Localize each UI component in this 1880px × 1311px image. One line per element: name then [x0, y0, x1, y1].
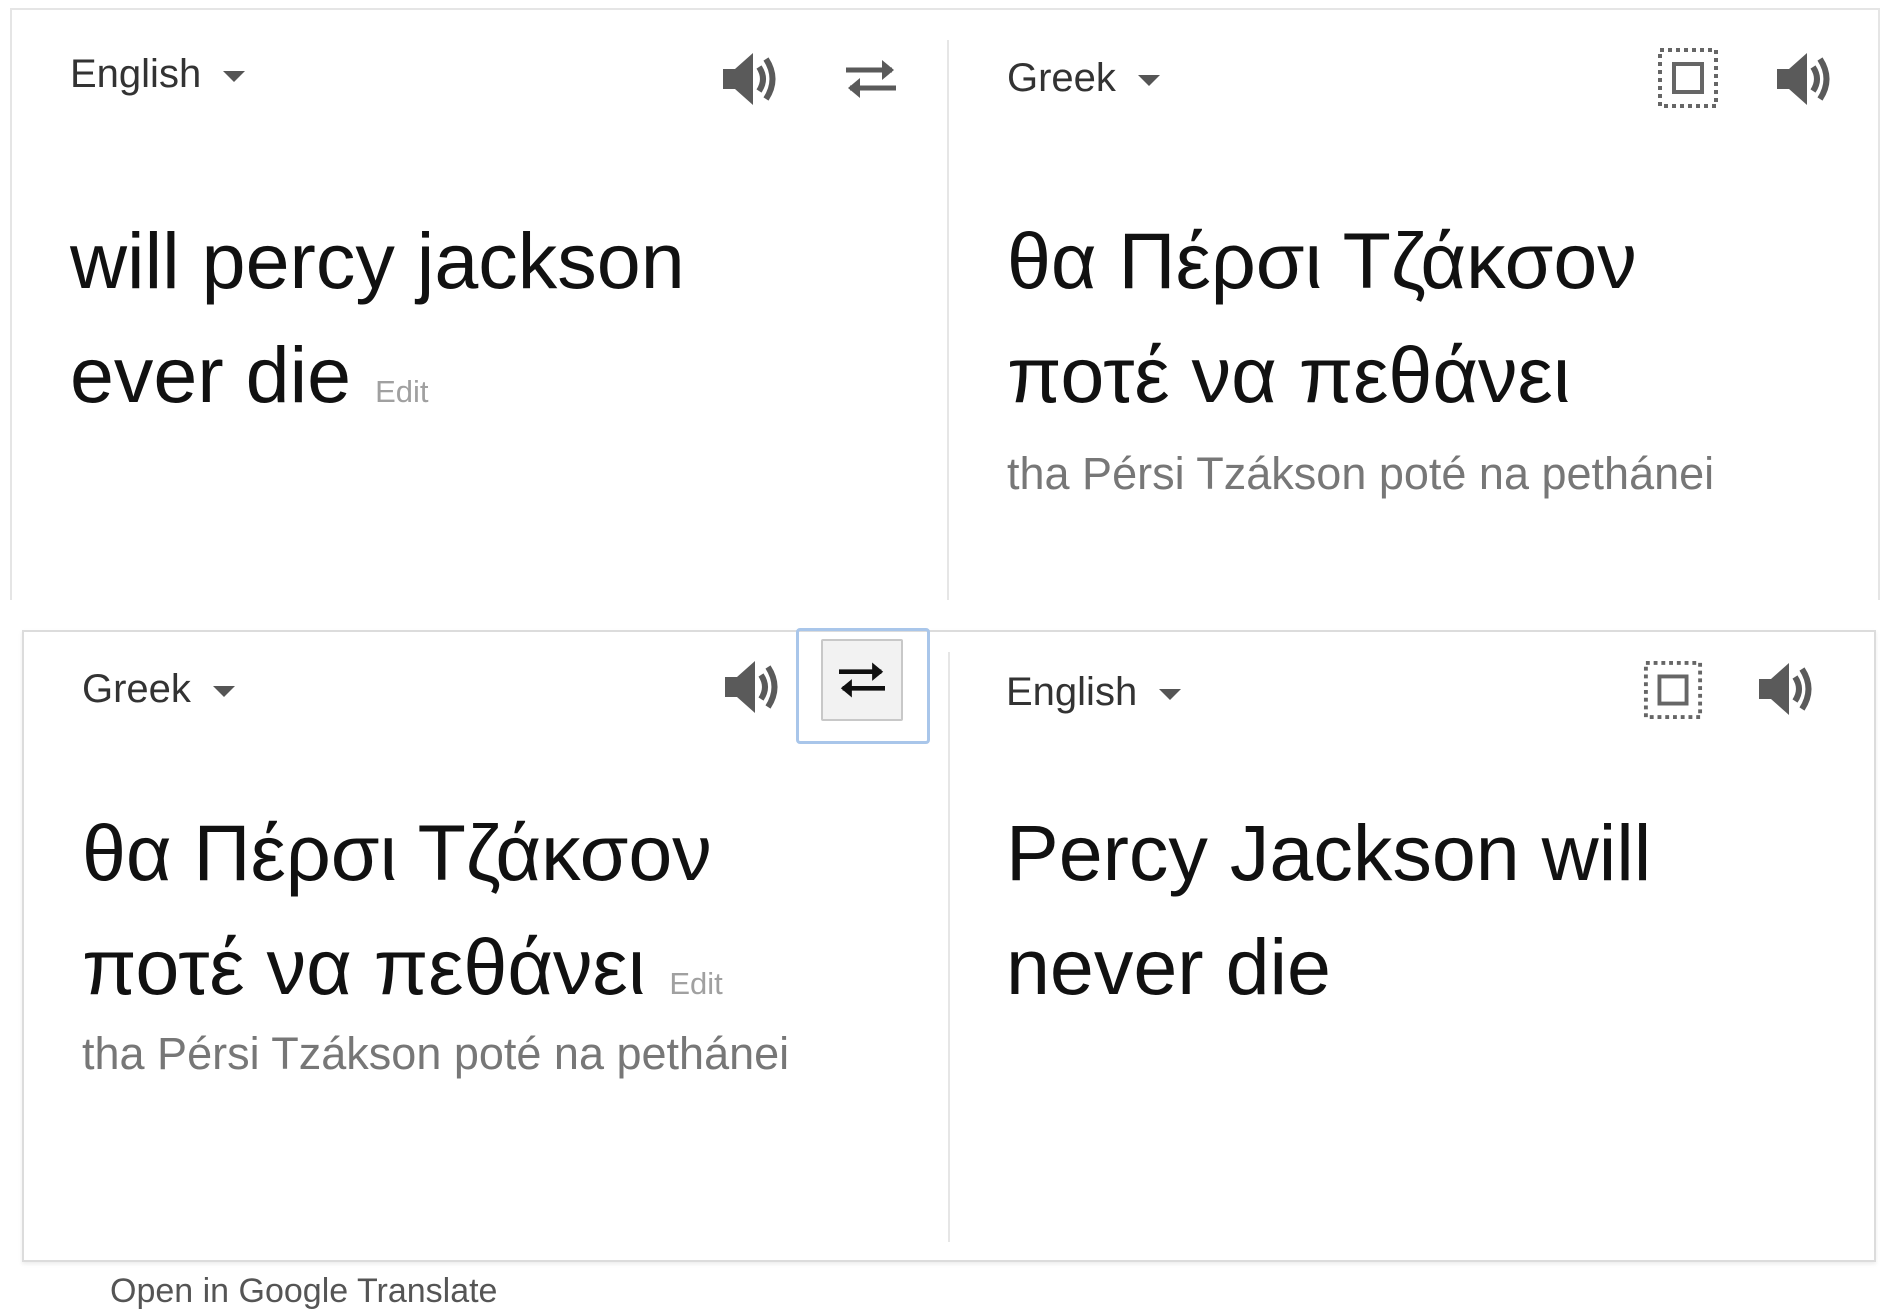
open-in-google-translate-link[interactable]: Open in Google Translate	[110, 1272, 497, 1311]
source-language-selector[interactable]: English	[70, 52, 246, 97]
source-language-label: Greek	[82, 667, 191, 711]
target-language-selector[interactable]: English	[1006, 670, 1182, 715]
speaker-icon[interactable]	[712, 652, 794, 722]
speaker-icon[interactable]	[1746, 654, 1828, 724]
source-language-selector[interactable]: Greek	[82, 667, 235, 712]
transliteration-text: tha Pérsi Tzákson poté na pethánei	[1007, 448, 1715, 499]
target-language-selector[interactable]: Greek	[1007, 56, 1160, 101]
swap-languages-button[interactable]	[796, 628, 930, 744]
source-text[interactable]: θα Πέρσι Τζάκσον ποτέ να πεθάνει Edit	[82, 796, 723, 1041]
source-text-line: will percy jackson	[70, 216, 685, 305]
source-text-line: ever die	[70, 330, 352, 419]
source-language-label: English	[70, 52, 202, 96]
target-language-label: English	[1006, 670, 1138, 714]
translated-text: θα Πέρσι Τζάκσον ποτέ να πεθάνει	[1007, 204, 1637, 432]
chevron-down-icon	[223, 71, 246, 82]
transliteration-text: tha Pérsi Tzákson poté na pethánei	[82, 1028, 790, 1079]
translated-text-line: Percy Jackson will	[1006, 808, 1652, 897]
swap-languages-icon[interactable]	[830, 44, 912, 114]
translated-text-line: θα Πέρσι Τζάκσον	[1007, 216, 1637, 305]
chevron-down-icon	[212, 686, 235, 697]
select-all-icon[interactable]	[1637, 654, 1709, 726]
panel-divider	[947, 40, 949, 600]
edit-link[interactable]: Edit	[375, 374, 428, 409]
chevron-down-icon	[1159, 689, 1182, 700]
translated-text-line: never die	[1006, 922, 1331, 1011]
edit-link[interactable]: Edit	[669, 966, 722, 1001]
swap-languages-icon	[839, 662, 885, 698]
source-text-line: ποτέ να πεθάνει	[82, 922, 646, 1011]
target-language-label: Greek	[1007, 56, 1116, 100]
translated-text: Percy Jackson will never die	[1006, 796, 1651, 1024]
speaker-icon[interactable]	[1764, 44, 1846, 114]
translation-card-bottom: Greek θα Πέρσι Τζάκσον ποτέ να πεθάνει Ed…	[22, 628, 1876, 1262]
speaker-icon[interactable]	[710, 44, 792, 114]
panel-divider	[948, 652, 950, 1242]
select-all-icon[interactable]	[1652, 42, 1724, 114]
chevron-down-icon	[1137, 75, 1160, 86]
translation-card-top: English will percy jackson ever die Edit …	[10, 8, 1880, 600]
translated-text-line: ποτέ να πεθάνει	[1007, 330, 1571, 419]
source-text[interactable]: will percy jackson ever die Edit	[70, 204, 685, 449]
source-text-line: θα Πέρσι Τζάκσον	[82, 808, 712, 897]
